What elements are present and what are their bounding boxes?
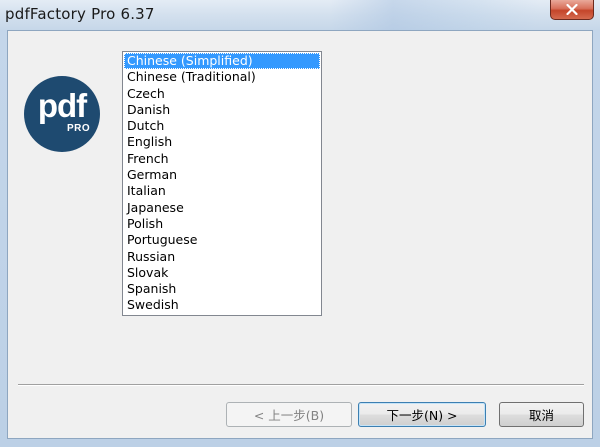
language-option[interactable]: Slovak	[124, 265, 320, 281]
language-option[interactable]: Spanish	[124, 281, 320, 297]
language-option[interactable]: Czech	[124, 86, 320, 102]
language-option[interactable]: German	[124, 167, 320, 183]
language-option[interactable]: Swedish	[124, 297, 320, 313]
dialog-content: pdf PRO Chinese (Simplified) Chinese (Tra…	[7, 30, 593, 439]
language-option[interactable]: Russian	[124, 249, 320, 265]
title-bar-glass	[330, 0, 540, 30]
cancel-button-label: 取消	[528, 408, 554, 423]
language-option[interactable]: Polish	[124, 216, 320, 232]
logo-sub-text: PRO	[67, 123, 91, 134]
language-option[interactable]: Japanese	[124, 200, 320, 216]
language-option[interactable]: Dutch	[124, 118, 320, 134]
title-bar[interactable]: pdfFactory Pro 6.37	[0, 0, 600, 30]
language-option[interactable]: Danish	[124, 102, 320, 118]
cancel-button[interactable]: 取消	[499, 402, 584, 427]
logo-main-text: pdf	[37, 87, 87, 124]
language-option[interactable]: Chinese (Simplified)	[124, 53, 320, 70]
language-option[interactable]: Chinese (Traditional)	[124, 69, 320, 85]
close-icon	[566, 4, 578, 15]
next-button[interactable]: 下一步(N) >	[358, 402, 486, 427]
next-button-label: 下一步(N) >	[386, 408, 458, 423]
language-option[interactable]: English	[124, 134, 320, 150]
back-button-label: < 上一步(B)	[253, 408, 325, 423]
window-title: pdfFactory Pro 6.37	[5, 5, 155, 23]
pdffactory-logo: pdf PRO	[24, 76, 100, 152]
language-option[interactable]: Italian	[124, 183, 320, 199]
language-option[interactable]: French	[124, 151, 320, 167]
language-option[interactable]: Portuguese	[124, 232, 320, 248]
language-listbox[interactable]: Chinese (Simplified) Chinese (Traditional…	[122, 51, 322, 316]
installer-window: pdfFactory Pro 6.37 pdf PRO Chinese (Sim…	[0, 0, 600, 447]
separator-line	[18, 384, 584, 386]
back-button[interactable]: < 上一步(B)	[226, 402, 352, 427]
close-button[interactable]	[550, 0, 594, 20]
